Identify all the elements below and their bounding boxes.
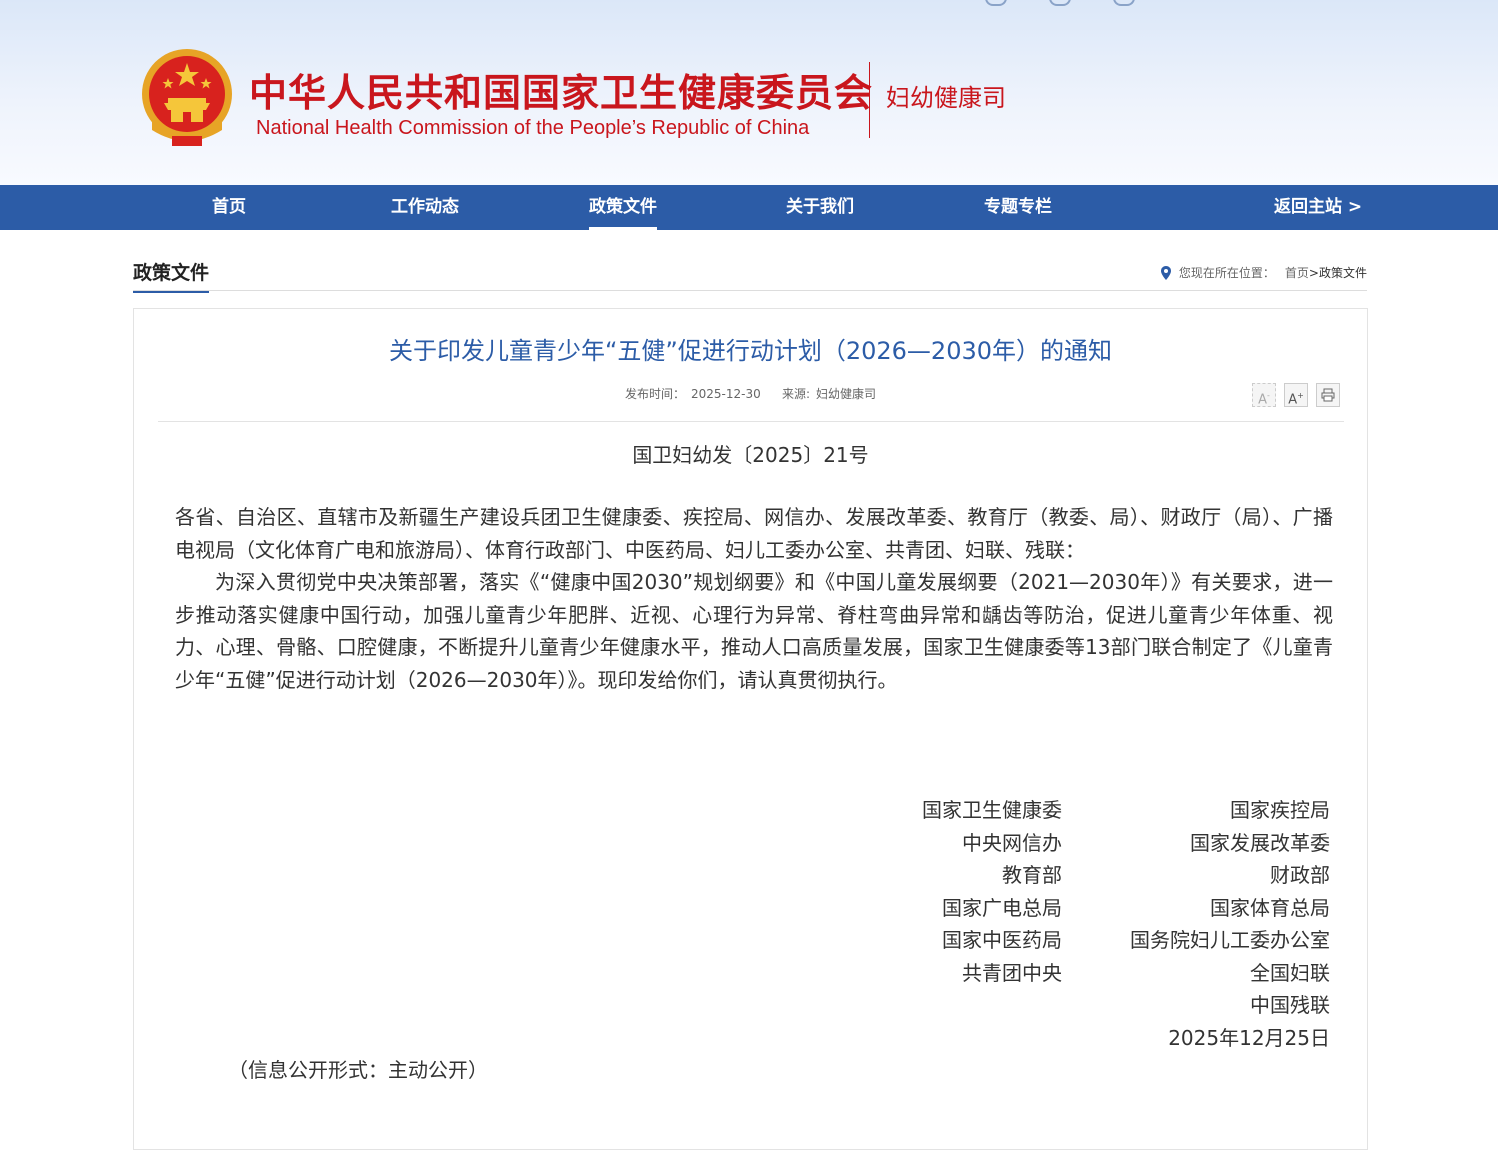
signer: 全国妇联 <box>1250 960 1330 985</box>
article-title: 关于印发儿童青少年“五健”促进行动计划（2026—2030年）的通知 <box>388 337 1113 365</box>
addressee: 各省、自治区、直辖市及新疆生产建设兵团卫生健康委、疾控局、网信办、发展改革委、教… <box>175 505 1333 562</box>
signer: 财政部 <box>1270 863 1330 887</box>
nav-item-home[interactable]: 首页 <box>212 185 246 230</box>
signer: 国家体育总局 <box>1210 895 1330 920</box>
signers-right: 国家疾控局 国家发展改革委 财政部 国家体育总局 国务院妇儿工委办公室 全国妇联… <box>1130 794 1330 1054</box>
site-title: 中华人民共和国国家卫生健康委员会 <box>249 71 874 115</box>
signers-left: 国家卫生健康委 中央网信办 教育部 国家广电总局 国家中医药局 共青团中央 <box>922 794 1062 989</box>
source-label: 来源: <box>781 387 811 401</box>
signer: 国务院妇儿工委办公室 <box>1130 928 1330 952</box>
national-emblem-icon <box>142 49 232 146</box>
publish-date-label: 发布时间： <box>624 387 685 401</box>
signer: 国家中医药局 <box>942 928 1062 952</box>
breadcrumb-bar: 政策文件 您现在所在位置： 首页 > 政策文件 <box>133 252 1367 293</box>
location-pin-icon <box>1160 265 1171 280</box>
font-smaller-label: A <box>1258 392 1267 408</box>
nav-item-topics[interactable]: 专题专栏 <box>984 185 1052 230</box>
article-meta: 发布时间： 2025-12-30 来源: 妇幼健康司 <box>134 385 1367 402</box>
nav-item-about-us[interactable]: 关于我们 <box>786 185 854 230</box>
article-body: 各省、自治区、直辖市及新疆生产建设兵团卫生健康委、疾控局、网信办、发展改革委、教… <box>175 501 1333 696</box>
breadcrumb-separator: > <box>1308 265 1319 280</box>
nav-item-policy-docs[interactable]: 政策文件 <box>589 185 657 230</box>
main-nav: 首页 工作动态 政策文件 关于我们 专题专栏 返回主站 > <box>0 185 1498 230</box>
disclosure-note: （信息公开形式：主动公开） <box>228 1058 488 1082</box>
department-name: 妇幼健康司 <box>886 84 1006 112</box>
signer: 中国残联 <box>1250 993 1330 1017</box>
breadcrumb-current: 政策文件 <box>1318 266 1367 280</box>
sign-date: 2025年12月25日 <box>1168 1025 1330 1050</box>
print-icon <box>1321 388 1335 402</box>
signer: 国家发展改革委 <box>1190 830 1330 855</box>
section-title: 政策文件 <box>133 258 210 293</box>
header-divider <box>869 62 870 138</box>
article-panel: 关于印发儿童青少年“五健”促进行动计划（2026—2030年）的通知 发布时间：… <box>133 308 1368 1150</box>
toolbar-icon[interactable] <box>1049 0 1071 6</box>
toolbar-icon[interactable] <box>1113 0 1135 6</box>
location-label: 您现在所在位置： <box>1178 266 1275 280</box>
signer: 教育部 <box>1002 863 1062 887</box>
signer: 国家疾控局 <box>1230 798 1330 822</box>
nav-item-back-to-main[interactable]: 返回主站 > <box>1274 185 1362 230</box>
print-button[interactable] <box>1316 383 1340 407</box>
site-title-en: National Health Commission of the People… <box>256 117 810 139</box>
nav-item-work-news[interactable]: 工作动态 <box>391 185 459 230</box>
signer: 国家广电总局 <box>942 895 1062 920</box>
body-paragraph: 为深入贯彻党中央决策部署，落实《“健康中国2030”规划纲要》和《中国儿童发展纲… <box>175 570 1333 692</box>
font-smaller-button[interactable]: A- <box>1252 383 1276 407</box>
site-header: 中华人民共和国国家卫生健康委员会 National Health Commiss… <box>0 0 1498 185</box>
meta-divider <box>158 421 1344 422</box>
document-number: 国卫妇幼发〔2025〕21号 <box>632 443 869 467</box>
breadcrumb: 您现在所在位置： 首页 > 政策文件 <box>1160 264 1367 281</box>
font-larger-label: A <box>1288 392 1298 408</box>
toolbar-icon[interactable] <box>985 0 1007 6</box>
top-toolbar <box>985 0 1135 6</box>
source-value: 妇幼健康司 <box>816 387 877 401</box>
breadcrumb-home-link[interactable]: 首页 <box>1285 264 1309 281</box>
font-larger-button[interactable]: A+ <box>1284 383 1308 407</box>
signer: 共青团中央 <box>962 960 1062 985</box>
article-tools: A- A+ <box>1252 383 1340 407</box>
signer: 国家卫生健康委 <box>922 798 1062 822</box>
publish-date: 2025-12-30 <box>690 387 761 401</box>
signer: 中央网信办 <box>962 830 1062 855</box>
